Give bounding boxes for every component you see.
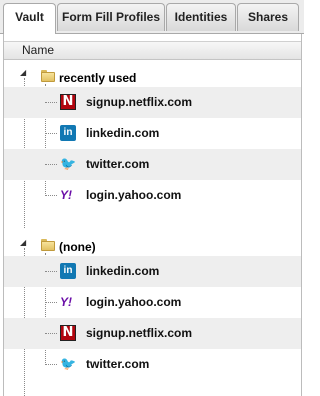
collapse-arrow-icon[interactable]: ◢ — [20, 239, 26, 247]
folder-icon — [41, 239, 55, 251]
group-label-none[interactable]: (none) — [59, 240, 96, 254]
tab-vault[interactable]: Vault — [3, 3, 56, 34]
site-label: twitter.com — [86, 157, 150, 171]
tree-branch — [45, 271, 57, 272]
tree-branch — [45, 164, 57, 165]
tree-branch — [45, 102, 57, 103]
linkedin-icon: in — [60, 263, 76, 279]
site-label: signup.netflix.com — [86, 326, 193, 340]
twitter-icon: 🐦 — [60, 156, 77, 171]
tree-branch — [45, 333, 57, 334]
site-label: linkedin.com — [86, 264, 160, 278]
site-label: linkedin.com — [86, 126, 160, 140]
site-label: login.yahoo.com — [86, 188, 182, 202]
tab-shares[interactable]: Shares — [237, 3, 299, 31]
group-label-recently-used[interactable]: recently used — [59, 71, 136, 85]
site-label: twitter.com — [86, 357, 150, 371]
tab-identities[interactable]: Identities — [166, 3, 236, 31]
tab-bar: Vault Form Fill Profiles Identities Shar… — [0, 0, 304, 34]
vault-tree: ◢ recently used N signup.netflix.com in … — [4, 34, 301, 396]
site-label: signup.netflix.com — [86, 95, 193, 109]
tree-branch — [45, 302, 57, 303]
tree-branch — [45, 133, 57, 134]
netflix-icon: N — [60, 94, 76, 110]
netflix-icon: N — [60, 325, 76, 341]
vault-panel: Name ◢ recently used N signup.netflix.co… — [3, 34, 302, 396]
folder-icon — [41, 70, 55, 82]
site-label: login.yahoo.com — [86, 295, 182, 309]
collapse-arrow-icon[interactable]: ◢ — [20, 69, 26, 77]
tree-branch — [45, 195, 57, 196]
tree-branch — [45, 364, 57, 365]
tab-form-fill-profiles[interactable]: Form Fill Profiles — [57, 3, 165, 31]
linkedin-icon: in — [60, 125, 76, 141]
yahoo-icon: Y! — [60, 188, 72, 202]
twitter-icon: 🐦 — [60, 356, 77, 371]
yahoo-icon: Y! — [60, 295, 72, 309]
